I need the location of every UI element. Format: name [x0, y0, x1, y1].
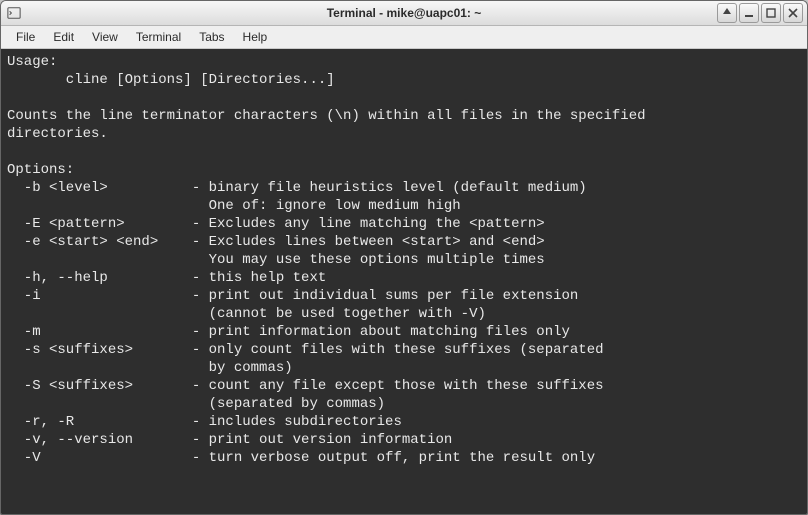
menu-file[interactable]: File [7, 28, 44, 46]
menu-terminal[interactable]: Terminal [127, 28, 190, 46]
menu-help[interactable]: Help [234, 28, 277, 46]
window-title: Terminal - mike@uapc01: ~ [327, 6, 482, 20]
close-button[interactable] [783, 3, 803, 23]
window-controls [717, 3, 803, 23]
menu-tabs[interactable]: Tabs [190, 28, 233, 46]
terminal-icon [7, 6, 21, 20]
terminal-window: Terminal - mike@uapc01: ~ File Edit View… [0, 0, 808, 515]
menu-view[interactable]: View [83, 28, 127, 46]
titlebar[interactable]: Terminal - mike@uapc01: ~ [1, 1, 807, 26]
terminal-output[interactable]: Usage: cline [Options] [Directories...] … [1, 49, 807, 514]
menu-edit[interactable]: Edit [44, 28, 83, 46]
always-on-top-button[interactable] [717, 3, 737, 23]
minimize-button[interactable] [739, 3, 759, 23]
menubar: File Edit View Terminal Tabs Help [1, 26, 807, 49]
maximize-button[interactable] [761, 3, 781, 23]
